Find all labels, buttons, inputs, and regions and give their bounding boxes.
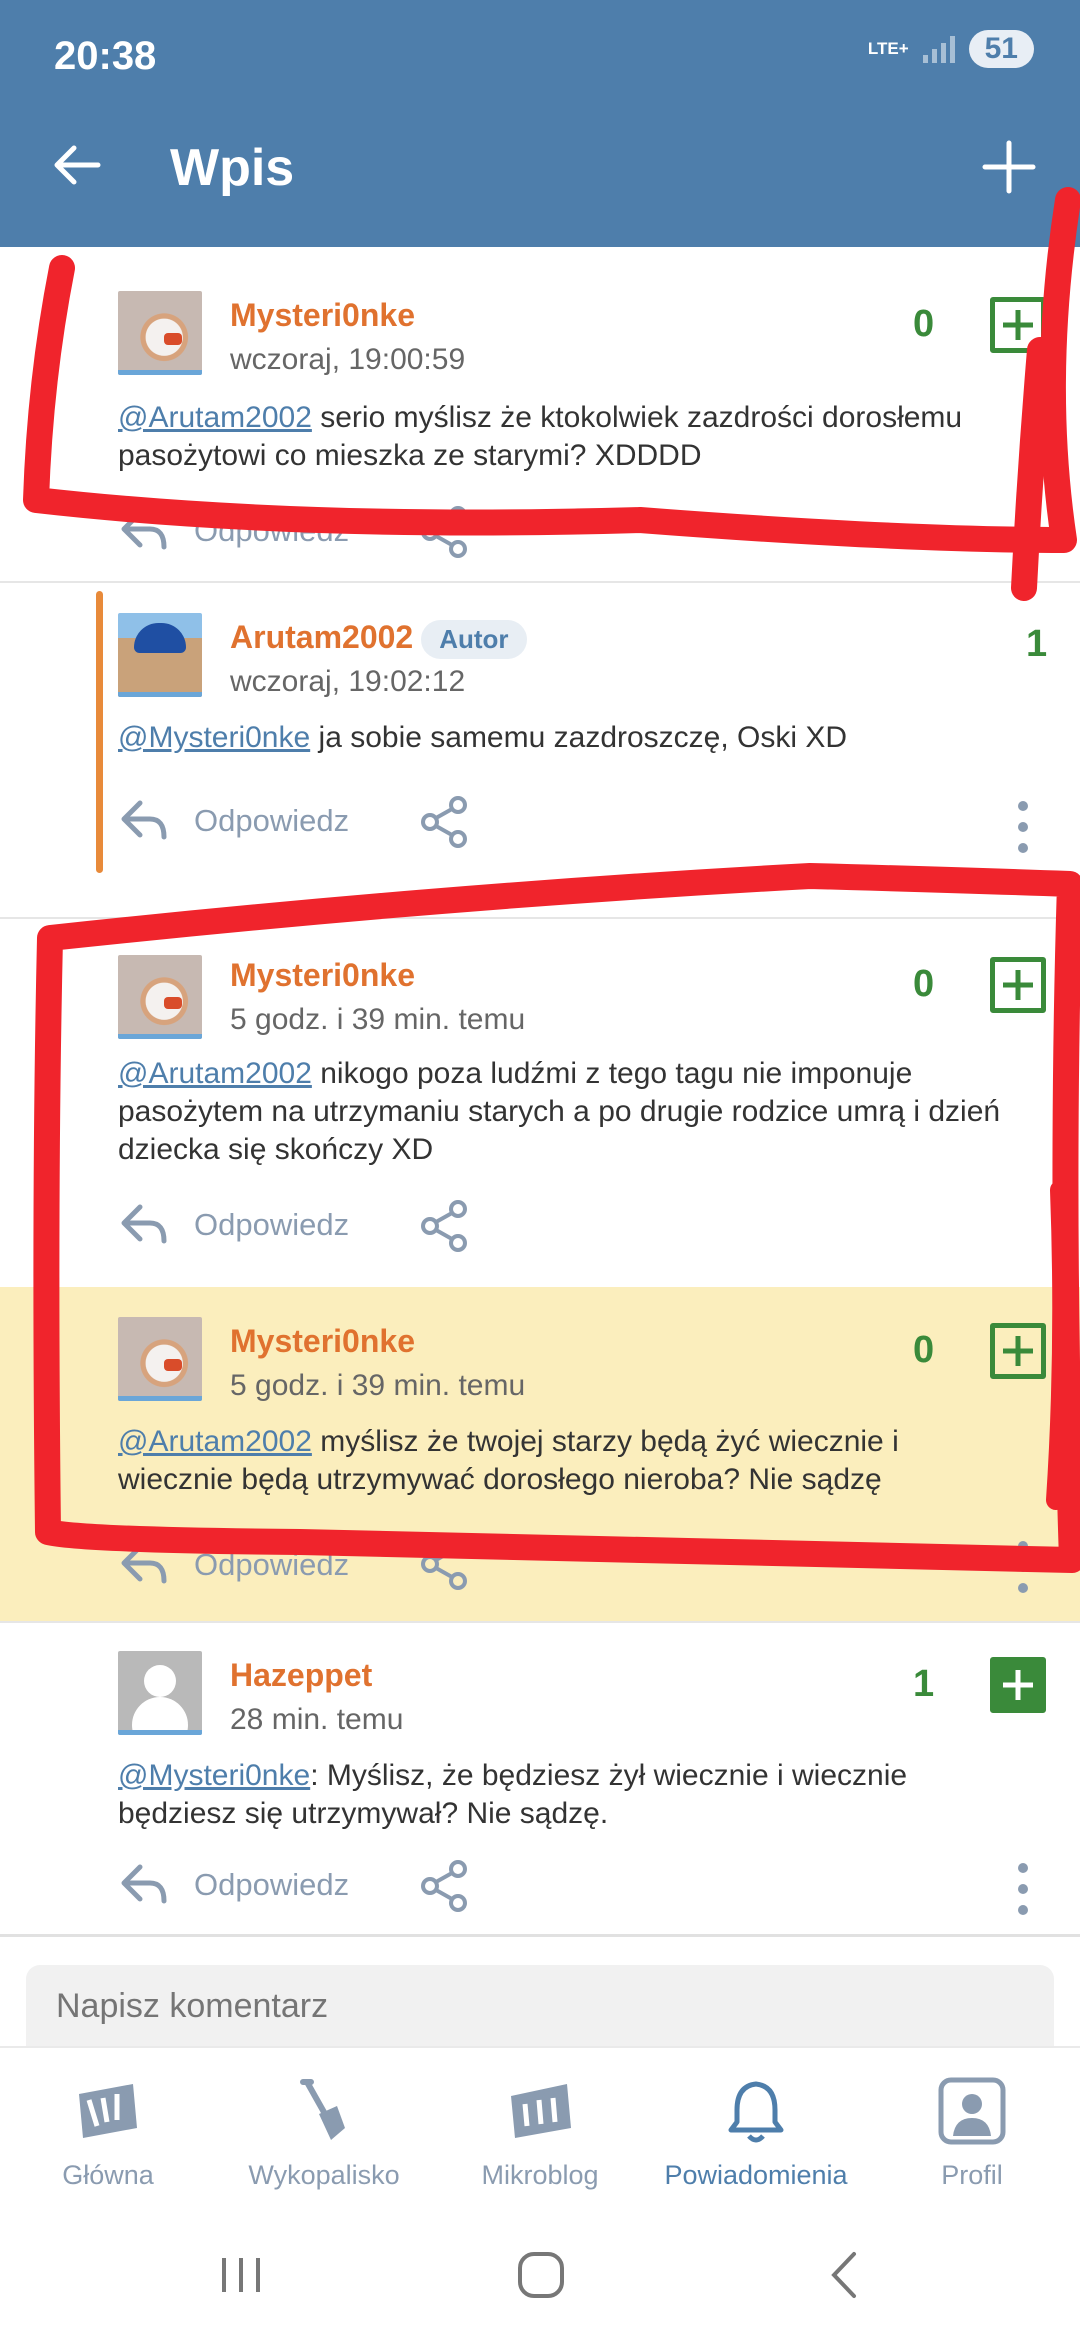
microblog-m-icon bbox=[511, 2084, 571, 2138]
vote-count: 0 bbox=[913, 303, 935, 345]
comment-input[interactable] bbox=[26, 1965, 1054, 2047]
reply-button[interactable]: Odpowiedz bbox=[120, 1863, 349, 1907]
comment-time: 28 min. temu bbox=[230, 1703, 404, 1736]
reply-label: Odpowiedz bbox=[194, 1867, 350, 1902]
comment-time: 5 godz. i 39 min. temu bbox=[230, 1369, 526, 1402]
reply-button[interactable]: Odpowiedz bbox=[120, 509, 349, 553]
share-icon[interactable] bbox=[418, 1199, 472, 1253]
nav-label: Profil bbox=[941, 2160, 1003, 2190]
share-icon[interactable] bbox=[418, 795, 472, 849]
mention-link[interactable]: @Mysteri0nke bbox=[118, 1759, 310, 1792]
comment-text: @Mysteri0nke ja sobie samemu zazdroszczę… bbox=[118, 721, 848, 754]
reply-icon bbox=[121, 1544, 167, 1584]
comment-author[interactable]: Mysteri0nke bbox=[230, 957, 415, 994]
comment-item: Arutam2002 Autor wczoraj, 19:02:12 @Myste… bbox=[0, 581, 1080, 917]
mention-link[interactable]: @Mysteri0nke bbox=[118, 721, 310, 754]
reply-icon bbox=[121, 1864, 167, 1904]
comment-time: 5 godz. i 39 min. temu bbox=[230, 1003, 526, 1036]
network-type: LTE+ bbox=[867, 39, 909, 58]
home-w-icon bbox=[79, 2084, 137, 2138]
comment-composer bbox=[0, 1934, 1080, 2047]
recent-apps-icon[interactable] bbox=[206, 2240, 276, 2310]
home-icon[interactable] bbox=[506, 2240, 576, 2310]
nav-label: Główna bbox=[62, 2160, 154, 2190]
avatar[interactable] bbox=[118, 955, 202, 1039]
reply-button[interactable]: Odpowiedz bbox=[120, 1203, 349, 1247]
bell-icon bbox=[728, 2081, 784, 2143]
comment-item: Mysteri0nke 5 godz. i 39 min. temu @Arut… bbox=[0, 917, 1080, 1287]
author-badge: Autor bbox=[421, 620, 527, 660]
comment-text: @Arutam2002 nikogo poza ludźmi z tego ta… bbox=[118, 1057, 1001, 1166]
reply-button[interactable]: Odpowiedz bbox=[120, 799, 349, 843]
avatar[interactable] bbox=[118, 1317, 202, 1401]
vote-count: 0 bbox=[913, 963, 935, 1005]
reply-label: Odpowiedz bbox=[194, 513, 350, 548]
reply-icon bbox=[121, 1204, 167, 1244]
comment-item: Mysteri0nke wczoraj, 19:00:59 @Arutam200… bbox=[0, 247, 1080, 581]
more-options-icon[interactable] bbox=[1016, 1861, 1030, 1917]
comment-author[interactable]: Hazeppet bbox=[230, 1657, 372, 1694]
shovel-icon bbox=[300, 2079, 345, 2140]
arrow-left-icon[interactable] bbox=[52, 140, 102, 190]
back-icon[interactable] bbox=[810, 2240, 880, 2310]
status-time: 20:38 bbox=[54, 34, 157, 78]
comment-time: wczoraj, 19:02:12 bbox=[230, 665, 466, 698]
comment-item: Hazeppet 28 min. temu @Mysteri0nke: Myśl… bbox=[0, 1621, 1080, 1973]
nav-item-mikroblog[interactable]: Mikroblog bbox=[432, 2048, 648, 2206]
upvote-button[interactable] bbox=[990, 1657, 1046, 1713]
reply-label: Odpowiedz bbox=[194, 1547, 350, 1582]
mention-link[interactable]: @Arutam2002 bbox=[118, 1425, 312, 1458]
vote-count: 0 bbox=[913, 1329, 935, 1371]
more-options-icon[interactable] bbox=[1016, 799, 1030, 855]
nav-item-profil[interactable]: Profil bbox=[864, 2048, 1080, 2206]
mention-link[interactable]: @Arutam2002 bbox=[118, 401, 312, 434]
comment-time: wczoraj, 19:00:59 bbox=[230, 343, 466, 376]
nav-item-wykopalisko[interactable]: Wykopalisko bbox=[216, 2048, 432, 2206]
comment-text: @Mysteri0nke: Myślisz, że będziesz żył w… bbox=[118, 1759, 908, 1830]
share-icon[interactable] bbox=[418, 1859, 472, 1913]
profile-icon bbox=[938, 2077, 1006, 2145]
upvote-button[interactable] bbox=[990, 1323, 1046, 1379]
share-icon[interactable] bbox=[418, 1537, 472, 1591]
reply-button[interactable]: Odpowiedz bbox=[120, 1543, 349, 1587]
avatar[interactable] bbox=[118, 1651, 202, 1735]
comment-text: @Arutam2002 serio myślisz że ktokolwiek … bbox=[118, 401, 963, 472]
status-icons: LTE+ 51 bbox=[868, 30, 1034, 68]
nav-item-glowna[interactable]: Główna bbox=[0, 2048, 216, 2206]
avatar[interactable] bbox=[118, 291, 202, 375]
comment-item-highlighted: Mysteri0nke 5 godz. i 39 min. temu @Arut… bbox=[0, 1287, 1080, 1621]
battery-indicator: 51 bbox=[968, 30, 1034, 68]
comment-author[interactable]: Arutam2002 Autor bbox=[230, 619, 527, 660]
reply-icon bbox=[121, 800, 167, 840]
system-navigation-bar bbox=[0, 2206, 1080, 2340]
comment-list: Mysteri0nke wczoraj, 19:00:59 @Arutam200… bbox=[0, 247, 1080, 1973]
reply-icon bbox=[121, 510, 167, 550]
bottom-navigation: Główna Wykopalisko Mikroblog Powiadomien… bbox=[0, 2046, 1080, 2206]
thread-line bbox=[96, 591, 103, 873]
upvote-button[interactable] bbox=[990, 957, 1046, 1013]
nav-item-powiadomienia[interactable]: Powiadomienia bbox=[648, 2048, 864, 2206]
avatar[interactable] bbox=[118, 613, 202, 697]
page-title: Wpis bbox=[170, 139, 295, 197]
nav-label: Wykopalisko bbox=[248, 2160, 400, 2190]
share-icon[interactable] bbox=[418, 505, 472, 559]
mention-link[interactable]: @Arutam2002 bbox=[118, 1057, 312, 1090]
vote-count: 1 bbox=[1026, 623, 1048, 665]
nav-label: Mikroblog bbox=[481, 2160, 599, 2190]
comment-text: @Arutam2002 myślisz że twojej starzy będ… bbox=[118, 1425, 899, 1496]
nav-label: Powiadomienia bbox=[664, 2160, 848, 2190]
comment-author[interactable]: Mysteri0nke bbox=[230, 1323, 415, 1360]
signal-icon bbox=[922, 35, 955, 63]
app-header: 20:38 LTE+ 51 Wpis bbox=[0, 0, 1080, 247]
plus-icon[interactable] bbox=[982, 140, 1036, 194]
upvote-button[interactable] bbox=[990, 297, 1046, 353]
reply-label: Odpowiedz bbox=[194, 803, 350, 838]
reply-label: Odpowiedz bbox=[194, 1207, 350, 1242]
vote-count: 1 bbox=[913, 1663, 935, 1705]
comment-author[interactable]: Mysteri0nke bbox=[230, 297, 415, 334]
more-options-icon[interactable] bbox=[1016, 1539, 1030, 1595]
